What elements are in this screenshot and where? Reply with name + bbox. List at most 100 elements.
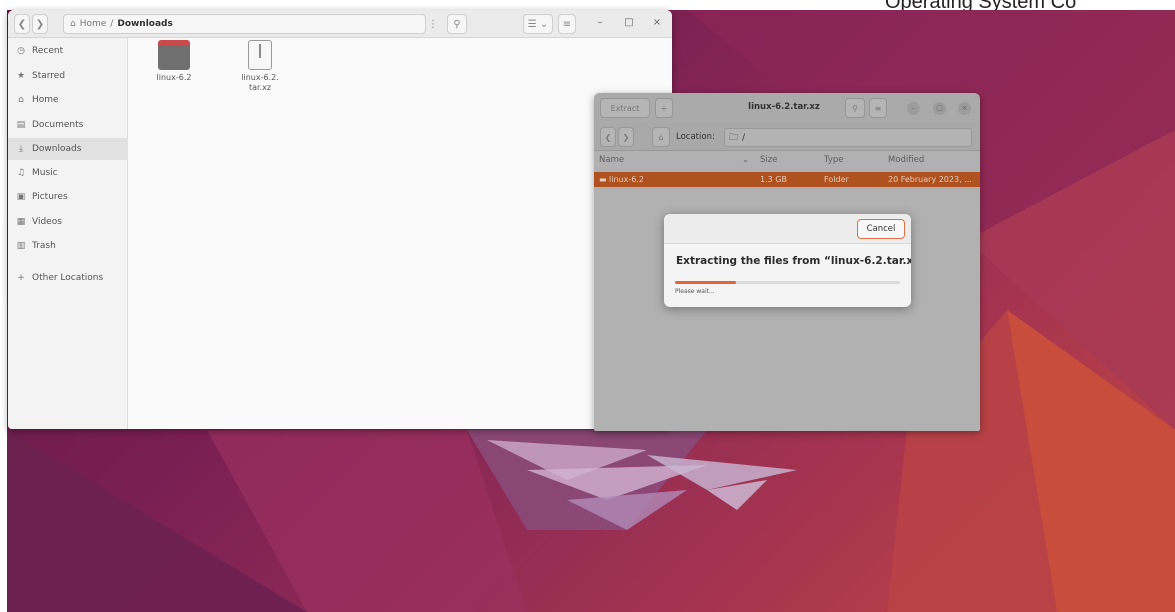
close-button[interactable]: × bbox=[650, 17, 664, 28]
sidebar-item-documents[interactable]: ▤ Documents bbox=[8, 114, 128, 136]
minimize-icon: – bbox=[911, 104, 916, 112]
places-sidebar: ◷ Recent ★ Starred ⌂ Home ▤ Documents ⤓ Downloads… bbox=[8, 38, 128, 429]
sort-indicator-icon: ⌄ bbox=[742, 155, 750, 165]
sidebar-item-music[interactable]: ♫ Music bbox=[8, 162, 128, 184]
forward-button[interactable]: ❯ bbox=[32, 14, 48, 34]
main-menu-button[interactable]: ≡ bbox=[558, 14, 576, 34]
sidebar-item-label: Pictures bbox=[32, 192, 68, 202]
archive-minimize-button[interactable]: – bbox=[907, 102, 920, 115]
column-header-type[interactable]: Type bbox=[824, 155, 844, 165]
close-icon: × bbox=[961, 104, 968, 112]
file-name-line1: linux-6.2. bbox=[241, 73, 279, 82]
location-bar: ❮ ❯ ⌂ Location: 🗀 / bbox=[594, 123, 980, 151]
sidebar-item-trash[interactable]: ▥ Trash bbox=[8, 235, 128, 257]
plus-icon: + bbox=[17, 273, 25, 283]
sidebar-item-label: Documents bbox=[32, 120, 84, 130]
column-header-name[interactable]: Name bbox=[599, 155, 624, 165]
breadcrumb-current[interactable]: Downloads bbox=[117, 19, 173, 29]
home-icon: ⌂ bbox=[70, 19, 76, 29]
back-icon: ❮ bbox=[17, 18, 27, 30]
archive-row-selected[interactable]: ▬ linux-6.2 1.3 GB Folder 20 February 20… bbox=[594, 172, 980, 187]
download-icon: ⤓ bbox=[19, 144, 23, 154]
archive-maximize-button[interactable]: □ bbox=[933, 102, 946, 115]
progress-bar bbox=[675, 281, 900, 284]
archive-close-button[interactable]: × bbox=[958, 102, 971, 115]
extract-button[interactable]: Extract bbox=[600, 98, 650, 118]
row-type: Folder bbox=[824, 175, 849, 184]
sidebar-item-pictures[interactable]: ▣ Pictures bbox=[8, 186, 128, 208]
kebab-icon: ⋮ bbox=[428, 18, 438, 30]
sidebar-item-videos[interactable]: ▦ Videos bbox=[8, 211, 128, 233]
folder-outline-icon: 🗀 bbox=[729, 132, 739, 143]
sidebar-item-label: Home bbox=[32, 95, 59, 105]
minimize-icon: – bbox=[597, 17, 603, 28]
hamburger-icon: ≡ bbox=[874, 103, 882, 113]
archive-home-button[interactable]: ⌂ bbox=[652, 127, 670, 147]
close-icon: × bbox=[652, 17, 662, 28]
cancel-button[interactable]: Cancel bbox=[857, 219, 905, 239]
archive-forward-button[interactable]: ❯ bbox=[618, 127, 634, 147]
search-icon: ⚲ bbox=[453, 18, 461, 30]
archive-icon bbox=[248, 40, 272, 70]
hamburger-icon: ≡ bbox=[562, 18, 572, 30]
maximize-icon: □ bbox=[936, 104, 943, 112]
picture-icon: ▣ bbox=[16, 192, 26, 202]
row-modified: 20 February 2023, ... bbox=[888, 175, 972, 184]
archive-headerbar: Extract + linux-6.2.tar.xz ⚲ ≡ – □ × bbox=[594, 93, 980, 123]
file-name-line2: tar.xz bbox=[248, 83, 272, 92]
breadcrumb-separator: / bbox=[110, 19, 114, 29]
column-header-modified[interactable]: Modified bbox=[888, 155, 924, 165]
search-button[interactable]: ⚲ bbox=[447, 14, 467, 34]
music-icon: ♫ bbox=[16, 168, 26, 178]
sidebar-item-label: Videos bbox=[32, 217, 62, 227]
sidebar-item-recent[interactable]: ◷ Recent bbox=[8, 40, 128, 62]
archive-search-button[interactable]: ⚲ bbox=[845, 98, 865, 118]
star-icon: ★ bbox=[16, 71, 26, 81]
add-files-button[interactable]: + bbox=[655, 98, 673, 118]
location-field[interactable]: 🗀 / bbox=[724, 128, 972, 147]
breadcrumb-home[interactable]: Home bbox=[80, 19, 107, 29]
sidebar-item-starred[interactable]: ★ Starred bbox=[8, 65, 128, 87]
sidebar-item-other-locations[interactable]: + Other Locations bbox=[8, 267, 128, 289]
file-item-archive[interactable]: linux-6.2. tar.xz bbox=[230, 40, 290, 93]
sidebar-item-downloads[interactable]: ⤓ Downloads bbox=[8, 138, 128, 160]
archive-back-button[interactable]: ❮ bbox=[600, 127, 616, 147]
back-button[interactable]: ❮ bbox=[14, 14, 30, 34]
sidebar-item-home[interactable]: ⌂ Home bbox=[8, 89, 128, 111]
view-toggle-button[interactable]: ☰ ⌄ bbox=[523, 14, 553, 34]
sidebar-item-label: Trash bbox=[32, 241, 56, 251]
dialog-title: Extracting the files from “linux-6.2.tar… bbox=[676, 255, 911, 267]
home-icon: ⌂ bbox=[658, 132, 664, 142]
files-window: ❮ ❯ ⌂ Home / Downloads ⋮ ⚲ ☰ ⌄ ≡ – □ × ◷… bbox=[8, 10, 672, 429]
minimize-button[interactable]: – bbox=[593, 17, 607, 28]
maximize-icon: □ bbox=[624, 17, 634, 28]
column-header-size[interactable]: Size bbox=[760, 155, 777, 165]
forward-icon: ❯ bbox=[35, 18, 45, 30]
progress-bar-fill bbox=[675, 281, 736, 284]
search-icon: ⚲ bbox=[852, 103, 858, 113]
dialog-headerbar: Cancel bbox=[664, 214, 911, 244]
clock-icon: ◷ bbox=[17, 46, 25, 56]
maximize-button[interactable]: □ bbox=[622, 17, 636, 28]
sidebar-item-label: Starred bbox=[32, 71, 66, 81]
archive-menu-button[interactable]: ≡ bbox=[869, 98, 887, 118]
breadcrumb[interactable]: ⌂ Home / Downloads bbox=[63, 14, 426, 34]
files-headerbar: ❮ ❯ ⌂ Home / Downloads ⋮ ⚲ ☰ ⌄ ≡ – □ × bbox=[8, 10, 672, 38]
file-item-folder[interactable]: linux-6.2 bbox=[144, 40, 204, 83]
document-icon: ▤ bbox=[16, 120, 26, 130]
folder-icon bbox=[158, 40, 190, 70]
dialog-status: Please wait... bbox=[675, 288, 715, 295]
row-name: linux-6.2 bbox=[609, 175, 644, 184]
path-menu-button[interactable]: ⋮ bbox=[423, 14, 443, 34]
row-size: 1.3 GB bbox=[760, 175, 787, 184]
extraction-progress-dialog: Cancel Extracting the files from “linux-… bbox=[664, 214, 911, 307]
sidebar-item-label: Music bbox=[32, 168, 58, 178]
location-path: / bbox=[742, 132, 746, 143]
sidebar-item-label: Other Locations bbox=[32, 273, 104, 283]
file-name: linux-6.2 bbox=[156, 73, 192, 82]
back-icon: ❮ bbox=[604, 132, 612, 142]
list-view-icon: ☰ ⌄ bbox=[527, 18, 549, 30]
home-icon: ⌂ bbox=[18, 95, 24, 105]
sidebar-item-label: Downloads bbox=[32, 144, 82, 154]
forward-icon: ❯ bbox=[622, 132, 630, 142]
